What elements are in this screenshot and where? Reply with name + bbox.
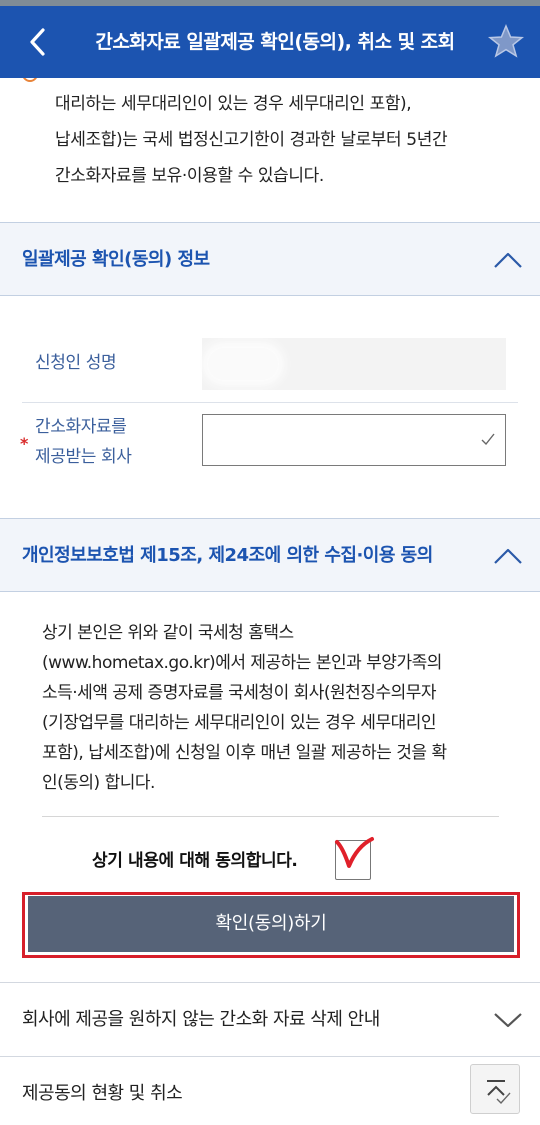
agree-label: 상기 내용에 대해 동의합니다. bbox=[92, 851, 298, 871]
chevron-down-icon bbox=[494, 1013, 522, 1028]
list-item-label: 제공동의 현황 및 취소 bbox=[22, 1083, 183, 1104]
company-label: 간소화자료를 제공받는 회사 bbox=[35, 417, 132, 467]
section-title: 일괄제공 확인(동의) 정보 bbox=[22, 249, 210, 270]
applicant-name-field bbox=[202, 338, 506, 390]
consent-line: 인(동의) 합니다. bbox=[42, 773, 155, 793]
consent-text: 상기 본인은 위와 같이 국세청 홈택스 (www.hometax.go.kr)… bbox=[42, 618, 512, 798]
delete-guide-item[interactable]: 회사에 제공을 원하지 않는 간소화 자료 삭제 안내 bbox=[0, 982, 540, 1056]
star-icon bbox=[487, 24, 525, 58]
back-button[interactable] bbox=[18, 22, 58, 62]
favorite-button[interactable] bbox=[486, 22, 526, 62]
scroll-top-icon bbox=[487, 1080, 511, 1105]
consent-line: (기장업무를 대리하는 세무대리인이 있는 경우 세무대리인 bbox=[42, 713, 437, 733]
confirm-consent-button[interactable]: 확인(동의)하기 bbox=[28, 896, 514, 952]
bullet-icon bbox=[22, 78, 38, 82]
page-title: 간소화자료 일괄제공 확인(동의), 취소 및 조회 bbox=[95, 31, 455, 53]
name-label: 신청인 성명 bbox=[35, 353, 117, 373]
consent-line: 포함), 납세조합)에 신청일 이후 매년 일괄 제공하는 것을 확 bbox=[42, 743, 447, 763]
checkmark-icon bbox=[335, 837, 374, 868]
app-header: 간소화자료 일괄제공 확인(동의), 취소 및 조회 bbox=[0, 6, 540, 78]
row-divider bbox=[22, 402, 518, 403]
masked-name bbox=[208, 348, 278, 380]
list-item-label: 회사에 제공을 원하지 않는 간소화 자료 삭제 안내 bbox=[22, 1009, 380, 1030]
chevron-left-icon bbox=[30, 28, 45, 56]
section-title: 개인정보보호법 제15조, 제24조에 의한 수집·이용 동의 bbox=[22, 545, 433, 566]
intro-line: 간소화자료를 보유·이용할 수 있습니다. bbox=[55, 166, 324, 186]
intro-notice: 대리하는 세무대리인이 있는 경우 세무대리인 포함), 납세조합)는 국세 법… bbox=[0, 78, 540, 222]
chevron-up-icon bbox=[494, 252, 522, 268]
section-header-info[interactable]: 일괄제공 확인(동의) 정보 bbox=[0, 222, 540, 296]
scroll-top-button[interactable] bbox=[470, 1064, 520, 1114]
intro-line: 납세조합)는 국세 법정신고기한이 경과한 날로부터 5년간 bbox=[55, 130, 448, 150]
company-select[interactable] bbox=[202, 414, 506, 466]
chevron-up-icon bbox=[494, 548, 522, 564]
status-cancel-item[interactable]: 제공동의 현황 및 취소 bbox=[0, 1056, 540, 1125]
dropdown-check-icon bbox=[481, 433, 495, 445]
section-header-consent[interactable]: 개인정보보호법 제15조, 제24조에 의한 수집·이용 동의 bbox=[0, 518, 540, 592]
consent-line: (www.hometax.go.kr)에서 제공하는 본인과 부양가족의 bbox=[42, 653, 442, 673]
divider bbox=[42, 816, 499, 817]
intro-text: 대리하는 세무대리인이 있는 경우 세무대리인 포함), 납세조합)는 국세 법… bbox=[55, 86, 525, 194]
consent-line: 소득·세액 공제 증명자료를 국세청이 회사(원천징수의무자 bbox=[42, 683, 437, 703]
consent-line: 상기 본인은 위와 같이 국세청 홈택스 bbox=[42, 623, 294, 643]
intro-line: 대리하는 세무대리인이 있는 경우 세무대리인 포함), bbox=[55, 94, 412, 114]
required-mark: * bbox=[20, 434, 29, 453]
consent-info-form: 신청인 성명 * 간소화자료를 제공받는 회사 bbox=[0, 296, 540, 518]
